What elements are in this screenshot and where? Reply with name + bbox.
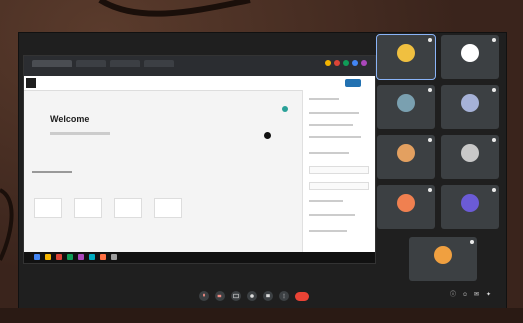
tab-strip — [32, 60, 232, 68]
people-icon[interactable]: ☺ — [462, 292, 468, 298]
avatar — [397, 94, 415, 113]
app-icon[interactable] — [34, 254, 40, 260]
browser-tab[interactable] — [76, 60, 106, 67]
extension-icon[interactable] — [334, 60, 340, 66]
mic-off-icon — [492, 138, 496, 142]
mic-off-icon — [428, 88, 432, 92]
captions-button[interactable] — [231, 291, 241, 301]
mic-off-icon — [428, 38, 432, 42]
mic-button[interactable] — [199, 291, 209, 301]
status-dot-icon — [282, 106, 288, 112]
participant-tile[interactable] — [441, 35, 499, 79]
info-icon[interactable]: ⓘ — [450, 292, 456, 298]
avatar — [461, 144, 479, 163]
mic-icon — [203, 293, 205, 297]
chat-icon[interactable]: ✉ — [474, 292, 480, 298]
participant-tile[interactable] — [441, 85, 499, 129]
app-icon[interactable] — [67, 254, 73, 260]
mic-off-icon — [428, 138, 432, 142]
participant-tile[interactable] — [441, 185, 499, 229]
avatar — [397, 144, 415, 163]
participant-tile[interactable] — [376, 34, 436, 80]
app-icon[interactable] — [100, 254, 106, 260]
sidebar-field[interactable] — [309, 182, 369, 190]
bottom-wall — [0, 308, 523, 323]
present-icon — [266, 294, 270, 298]
avatar — [397, 44, 415, 63]
publish-button[interactable] — [345, 79, 361, 87]
participant-tile[interactable] — [441, 135, 499, 179]
sidebar-heading — [309, 98, 339, 100]
app-icon[interactable] — [89, 254, 95, 260]
block-option[interactable] — [114, 198, 142, 218]
sidebar-line — [309, 230, 347, 232]
avatar — [461, 44, 479, 63]
taskbar-icons — [34, 254, 117, 260]
mic-off-icon — [492, 88, 496, 92]
app-icon[interactable] — [45, 254, 51, 260]
end-call-button[interactable] — [295, 291, 309, 301]
app-icon[interactable] — [111, 254, 117, 260]
sidebar-field[interactable] — [309, 166, 369, 174]
raise-hand-button[interactable] — [247, 291, 257, 301]
browser-tab[interactable] — [110, 60, 140, 67]
camera-button[interactable] — [215, 291, 225, 301]
activities-icon[interactable]: ✦ — [486, 292, 492, 298]
more-icon — [283, 293, 285, 299]
hand-icon — [250, 294, 254, 298]
mic-off-icon — [428, 188, 432, 192]
sidebar-line — [309, 124, 353, 126]
app-icon[interactable] — [56, 254, 62, 260]
page-title[interactable]: Welcome — [50, 114, 89, 124]
avatar — [461, 94, 479, 113]
right-toolbar: ⓘ ☺ ✉ ✦ — [450, 292, 492, 298]
more-options-button[interactable] — [279, 291, 289, 301]
mic-off-icon — [492, 38, 496, 42]
meeting-stage: Welcome ⓘ ☺ ✉ ✦ — [19, 33, 506, 309]
avatar — [434, 246, 452, 265]
extension-icons — [325, 60, 367, 66]
os-taskbar — [24, 252, 375, 263]
browser-tab-bar — [24, 56, 375, 76]
browser-tab[interactable] — [32, 60, 72, 67]
extension-icon[interactable] — [325, 60, 331, 66]
block-option[interactable] — [154, 198, 182, 218]
mic-off-icon — [492, 188, 496, 192]
settings-sidebar — [302, 90, 375, 252]
sidebar-line — [309, 152, 349, 154]
extension-icon[interactable] — [343, 60, 349, 66]
camera-icon — [217, 294, 222, 298]
meeting-window: Welcome ⓘ ☺ ✉ ✦ — [18, 32, 507, 310]
sidebar-line — [309, 200, 343, 202]
app-icon[interactable] — [78, 254, 84, 260]
sidebar-line — [309, 214, 355, 216]
control-buttons — [199, 291, 309, 301]
extension-icon[interactable] — [361, 60, 367, 66]
block-option[interactable] — [74, 198, 102, 218]
call-controls: ⓘ ☺ ✉ ✦ — [19, 285, 506, 307]
sidebar-line — [309, 136, 361, 138]
editor-toolbar — [24, 76, 375, 91]
present-button[interactable] — [263, 291, 273, 301]
sidebar-line — [309, 112, 359, 114]
wordpress-logo-icon[interactable] — [26, 78, 36, 88]
participant-tile[interactable] — [377, 185, 435, 229]
avatar — [461, 194, 479, 213]
placeholder-text[interactable] — [50, 132, 110, 135]
mic-off-icon — [470, 240, 474, 244]
shared-screen: Welcome — [23, 55, 376, 264]
avatar — [397, 194, 415, 213]
participant-tile[interactable] — [377, 85, 435, 129]
browser-tab[interactable] — [144, 60, 174, 67]
wordpress-editor: Welcome — [24, 76, 375, 252]
block-inserter-label — [32, 171, 72, 173]
cursor-icon — [264, 132, 271, 139]
captions-icon — [233, 293, 239, 299]
participant-tile[interactable] — [377, 135, 435, 179]
participant-tile[interactable] — [409, 237, 477, 281]
extension-icon[interactable] — [352, 60, 358, 66]
block-grid — [34, 198, 182, 218]
block-option[interactable] — [34, 198, 62, 218]
